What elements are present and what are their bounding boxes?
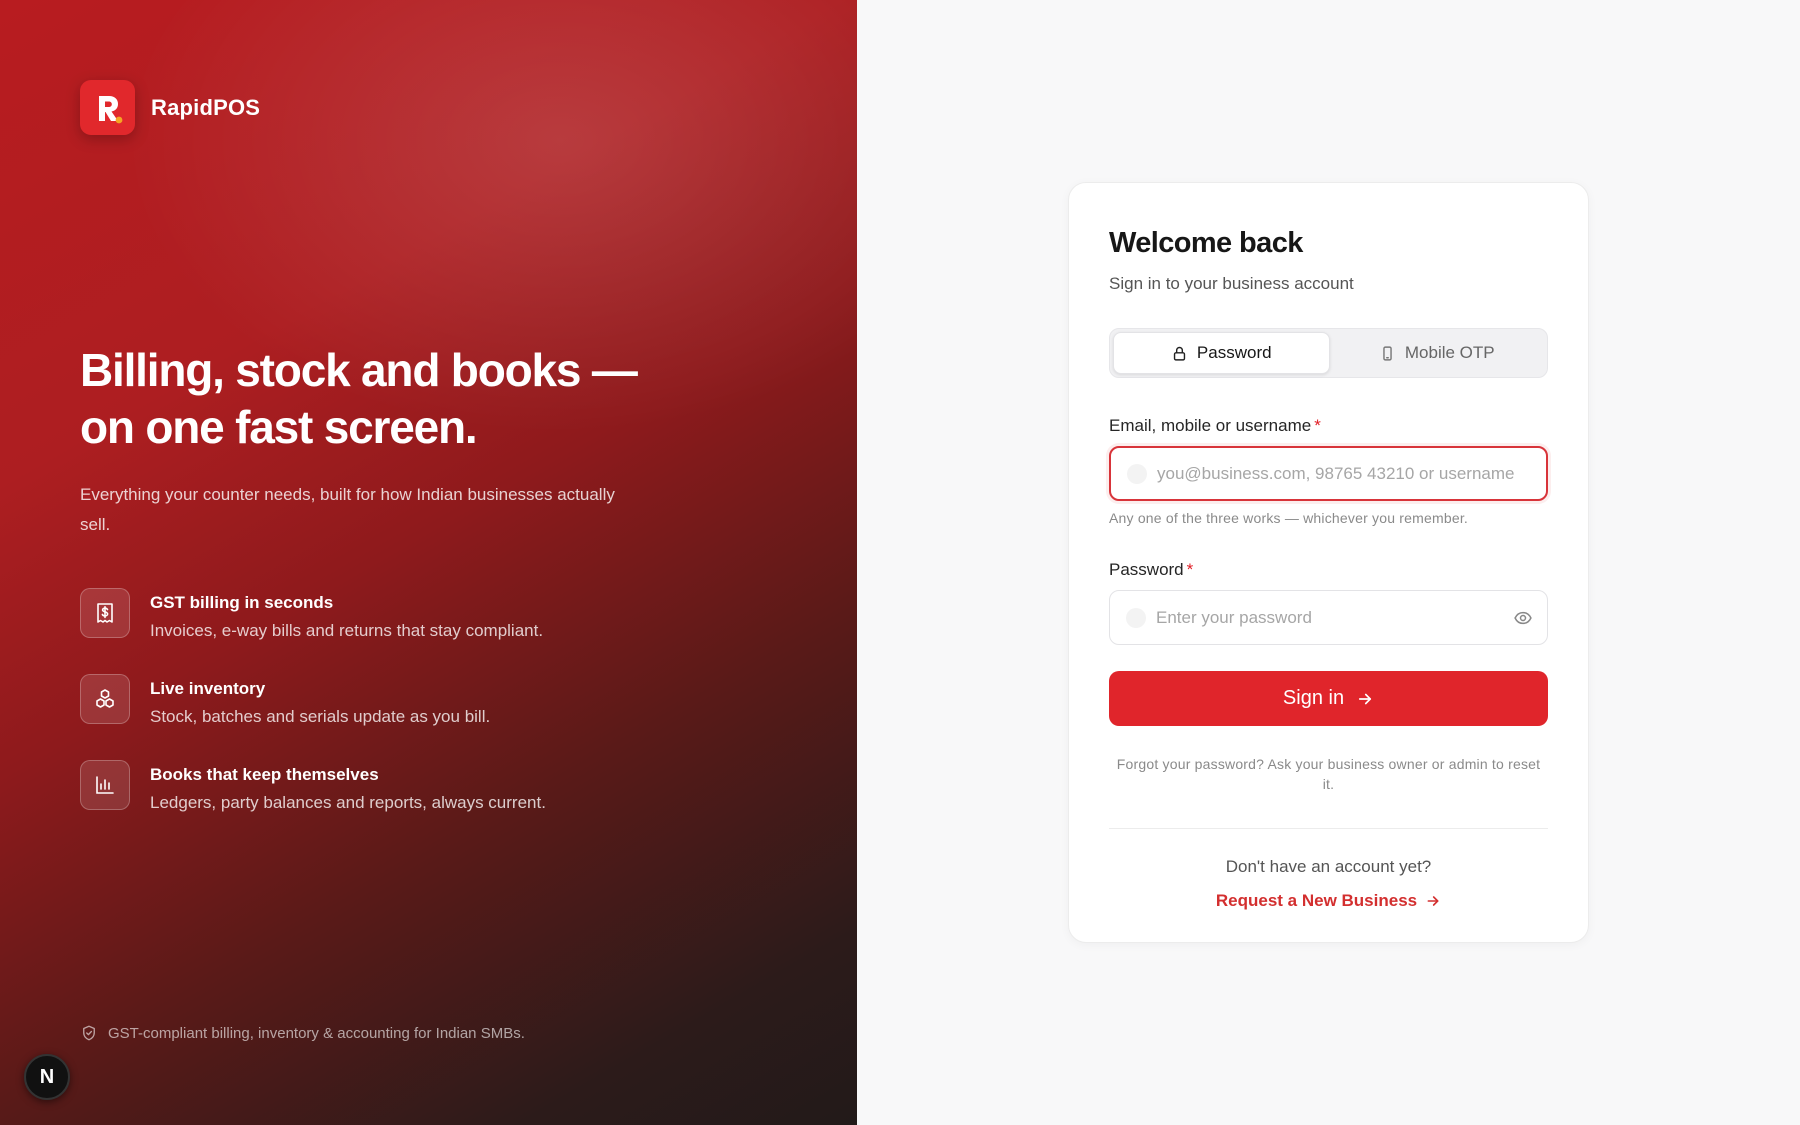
feature-desc: Stock, batches and serials update as you…	[150, 707, 491, 726]
signin-card: Welcome back Sign in to your business ac…	[1068, 182, 1589, 943]
identifier-input[interactable]	[1157, 463, 1532, 484]
identifier-label: Email, mobile or username *	[1109, 416, 1548, 436]
brand-panel: RapidPOS Billing, stock and books — on o…	[0, 0, 857, 1125]
phone-icon	[1383, 345, 1392, 361]
password-label: Password *	[1109, 560, 1548, 580]
footer-note-text: GST-compliant billing, inventory & accou…	[108, 1024, 525, 1042]
identifier-label-text: Email, mobile or username	[1109, 416, 1312, 435]
tab-password[interactable]: Password	[1113, 332, 1330, 374]
boxes-icon	[80, 674, 130, 724]
identifier-hint: Any one of the three works — whichever y…	[1109, 510, 1469, 526]
forgot-password-note: Forgot your password? Ask your business …	[1116, 756, 1541, 792]
feature-title: GST billing in seconds	[150, 593, 334, 612]
shield-check-icon	[83, 1025, 95, 1041]
hero-title: Billing, stock and books — on one fast s…	[80, 342, 680, 456]
feature-desc: Invoices, e-way bills and returns that s…	[150, 621, 544, 640]
arrow-right-icon	[1359, 693, 1372, 704]
hero-subtitle: Everything your counter needs, built for…	[80, 485, 615, 534]
feature-title: Live inventory	[150, 679, 266, 698]
user-icon	[1127, 463, 1147, 484]
arrow-right-icon	[1427, 896, 1439, 906]
feature-text: Live inventory Stock, batches and serial…	[150, 674, 490, 730]
card-subtitle: Sign in to your business account	[1109, 274, 1354, 293]
password-label-text: Password	[1109, 560, 1184, 579]
no-account-text: Don't have an account yet?	[1225, 857, 1432, 876]
hero-title-line-2: on one fast screen.	[80, 401, 478, 453]
identifier-field	[1109, 446, 1548, 501]
feature-list: GST billing in seconds Invoices, e-way b…	[80, 588, 700, 846]
tab-password-label: Password	[1196, 343, 1272, 362]
brand: RapidPOS	[80, 80, 260, 135]
hero: Billing, stock and books — on one fast s…	[80, 342, 680, 540]
key-icon	[1126, 607, 1146, 628]
feature-item: Books that keep themselves Ledgers, part…	[80, 760, 700, 846]
logo-mark-icon	[98, 95, 122, 123]
feature-item: GST billing in seconds Invoices, e-way b…	[80, 588, 700, 674]
required-mark: *	[1186, 560, 1194, 579]
tab-mobile-otp[interactable]: Mobile OTP	[1330, 332, 1545, 374]
auth-method-tabs: Password Mobile OTP	[1109, 328, 1548, 378]
receipt-icon	[80, 588, 130, 638]
signin-button-label: Sign in	[1282, 687, 1345, 709]
feature-text: Books that keep themselves Ledgers, part…	[150, 760, 546, 816]
divider	[1109, 828, 1548, 829]
hero-title-line-1: Billing, stock and books —	[80, 344, 638, 396]
tab-mobile-otp-label: Mobile OTP	[1404, 343, 1495, 362]
feature-desc: Ledgers, party balances and reports, alw…	[150, 793, 546, 812]
required-mark: *	[1314, 416, 1321, 435]
footer-note: GST-compliant billing, inventory & accou…	[80, 1024, 525, 1042]
dev-tools-badge[interactable]: N	[24, 1054, 70, 1100]
show-password-eye-icon[interactable]	[1513, 608, 1533, 628]
request-new-business-link[interactable]: Request a New Business	[1109, 891, 1548, 911]
rapidpos-logo	[80, 80, 135, 135]
bar-chart-icon	[80, 760, 130, 810]
feature-title: Books that keep themselves	[150, 765, 379, 784]
password-input[interactable]	[1156, 607, 1513, 628]
lock-icon	[1173, 346, 1186, 361]
request-new-business-label: Request a New Business	[1215, 891, 1418, 910]
brand-name: RapidPOS	[151, 94, 261, 120]
password-field	[1109, 590, 1548, 645]
card-title: Welcome back	[1109, 227, 1303, 259]
feature-item: Live inventory Stock, batches and serial…	[80, 674, 700, 760]
feature-text: GST billing in seconds Invoices, e-way b…	[150, 588, 543, 644]
signin-button[interactable]: Sign in	[1109, 671, 1548, 726]
